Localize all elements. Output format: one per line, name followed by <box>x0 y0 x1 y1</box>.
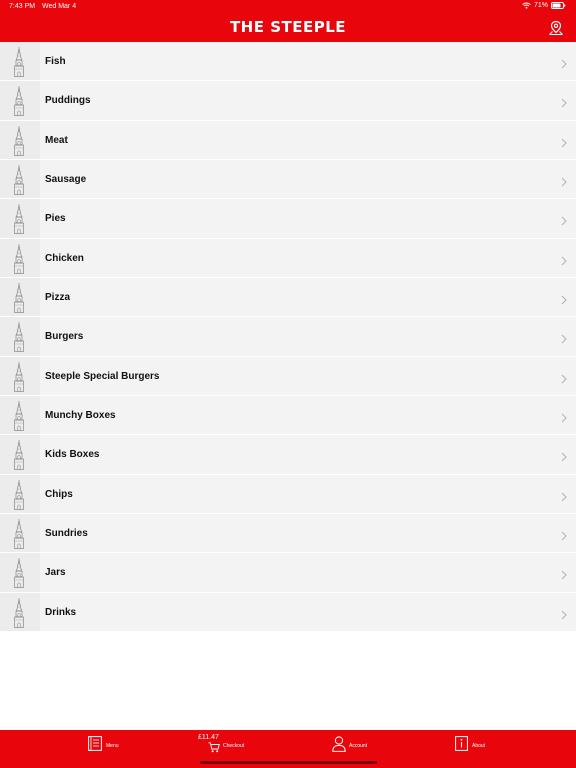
cart-icon <box>208 740 220 758</box>
location-pin-icon[interactable] <box>548 20 564 36</box>
chevron-right-icon <box>561 292 567 305</box>
category-label: Munchy Boxes <box>45 410 116 422</box>
steeple-thumbnail-icon <box>0 81 40 120</box>
chevron-right-icon <box>561 567 567 580</box>
category-list: Fish Puddings Meat Sausage Pies Chicken Pizza B… <box>0 42 576 633</box>
account-person-icon <box>332 736 346 757</box>
menu-book-icon <box>88 736 102 756</box>
steeple-thumbnail-icon <box>0 435 40 474</box>
category-row-fish[interactable]: Fish <box>0 42 576 82</box>
battery-icon <box>551 2 566 9</box>
tab-checkout-label: Checkout <box>223 743 245 749</box>
category-row-chips[interactable]: Chips <box>0 474 576 515</box>
status-time: 7:43 PM <box>9 3 36 10</box>
category-label: Burgers <box>45 331 84 343</box>
category-label: Pies <box>45 213 66 225</box>
steeple-thumbnail-icon <box>0 199 40 238</box>
category-row-puddings[interactable]: Puddings <box>0 81 576 121</box>
app-title: THE STEEPLE <box>229 18 347 36</box>
category-row-sundries[interactable]: Sundries <box>0 514 576 554</box>
chevron-right-icon <box>561 331 567 344</box>
category-label: Chicken <box>45 252 84 264</box>
status-date: Wed Mar 4 <box>42 3 77 10</box>
steeple-thumbnail-icon <box>0 120 40 160</box>
chevron-right-icon <box>561 56 567 69</box>
info-icon <box>455 736 468 756</box>
chevron-right-icon <box>561 213 567 226</box>
category-row-pizza[interactable]: Pizza <box>0 278 576 318</box>
wifi-icon <box>522 2 531 9</box>
chevron-right-icon <box>561 607 567 620</box>
category-label: Kids Boxes <box>45 449 100 461</box>
steeple-thumbnail-icon <box>0 42 40 81</box>
category-label: Meat <box>45 134 68 146</box>
steeple-thumbnail-icon <box>0 396 40 435</box>
category-row-jars[interactable]: Jars <box>0 553 576 593</box>
tab-account-label: Account <box>349 743 368 749</box>
category-row-steeple-special-burgers[interactable]: Steeple Special Burgers <box>0 356 576 397</box>
home-indicator <box>200 761 377 764</box>
category-row-sausage[interactable]: Sausage <box>0 160 576 200</box>
category-row-kids-boxes[interactable]: Kids Boxes <box>0 435 576 475</box>
battery-percent: 71% <box>533 2 548 9</box>
chevron-right-icon <box>561 174 567 187</box>
category-label: Sausage <box>45 174 87 186</box>
category-label: Steeple Special Burgers <box>45 370 160 382</box>
steeple-thumbnail-icon <box>0 553 40 592</box>
category-row-chicken[interactable]: Chicken <box>0 238 576 279</box>
chevron-right-icon <box>561 449 567 462</box>
chevron-right-icon <box>561 410 567 423</box>
status-indicators: 71% <box>522 2 566 9</box>
steeple-thumbnail-icon <box>0 238 40 278</box>
chevron-right-icon <box>561 253 567 266</box>
tab-bar: Menu £11.47 Checkout Account About <box>0 730 576 768</box>
tab-menu-label: Menu <box>106 743 119 749</box>
steeple-thumbnail-icon <box>0 317 40 356</box>
steeple-thumbnail-icon <box>0 278 40 317</box>
steeple-thumbnail-icon <box>0 160 40 199</box>
steeple-thumbnail-icon <box>0 356 40 396</box>
category-row-munchy-boxes[interactable]: Munchy Boxes <box>0 396 576 436</box>
steeple-thumbnail-icon <box>0 592 40 632</box>
tab-about[interactable]: About <box>455 730 515 768</box>
category-row-meat[interactable]: Meat <box>0 120 576 161</box>
category-label: Pizza <box>45 292 71 304</box>
app-header: 7:43 PM Wed Mar 4 71% THE STEEPLE <box>0 0 576 42</box>
category-label: Drinks <box>45 606 77 618</box>
status-bar: 7:43 PM Wed Mar 4 71% <box>0 0 576 14</box>
category-label: Fish <box>45 56 66 67</box>
chevron-right-icon <box>561 95 567 108</box>
category-row-drinks[interactable]: Drinks <box>0 592 576 633</box>
category-label: Puddings <box>45 95 91 107</box>
category-row-burgers[interactable]: Burgers <box>0 317 576 357</box>
tab-menu[interactable]: Menu <box>88 730 148 768</box>
category-label: Sundries <box>45 528 88 540</box>
chevron-right-icon <box>561 135 567 148</box>
category-row-pies[interactable]: Pies <box>0 199 576 239</box>
steeple-thumbnail-icon <box>0 514 40 553</box>
category-label: Jars <box>45 567 66 579</box>
category-label: Chips <box>45 488 73 500</box>
steeple-thumbnail-icon <box>0 474 40 514</box>
chevron-right-icon <box>561 528 567 541</box>
tab-about-label: About <box>472 743 486 749</box>
chevron-right-icon <box>561 371 567 384</box>
chevron-right-icon <box>561 489 567 502</box>
